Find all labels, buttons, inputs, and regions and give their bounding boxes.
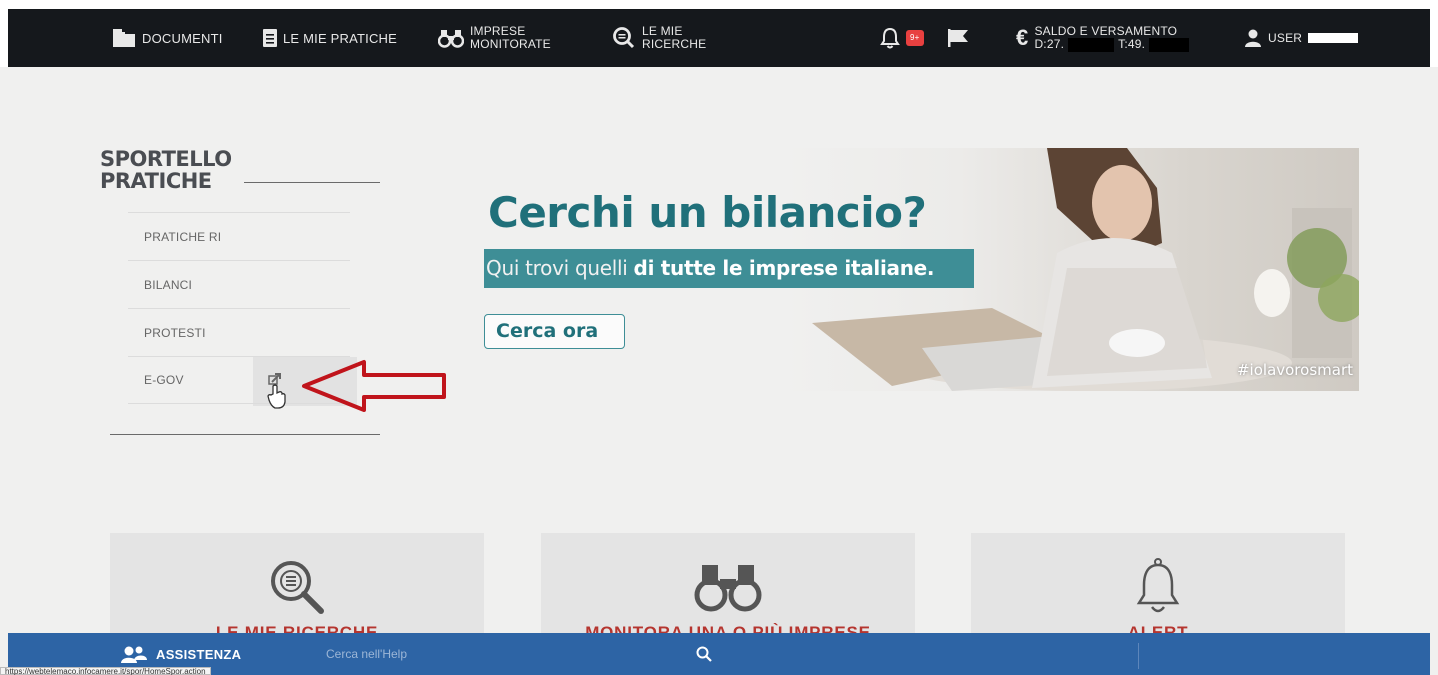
search-list-icon — [613, 27, 635, 49]
saldo-label: SALDO E VERSAMENTO — [1034, 23, 1178, 38]
nav-saldo[interactable]: € SALDO E VERSAMENTO D:27. T:49. — [1016, 9, 1190, 67]
top-bar: DOCUMENTI LE MIE PRATICHE IMPRESE MONITO… — [0, 0, 1438, 67]
redaction-box — [1149, 37, 1190, 52]
saldo-values: D:27. T:49. — [1034, 37, 1190, 52]
saldo-d: D:27. — [1034, 37, 1065, 51]
sidebar-item-protesti[interactable]: PROTESTI — [128, 308, 350, 356]
user-name-redacted — [1308, 33, 1359, 43]
banner-hashtag: #iolavorosmart — [1236, 361, 1353, 379]
nav-documenti[interactable]: DOCUMENTI — [112, 9, 223, 67]
binoculars-icon — [438, 30, 464, 48]
sidebar-item-label: E-GOV — [144, 373, 184, 387]
banner-title: Cerchi un bilancio? — [488, 188, 927, 237]
divider — [244, 182, 380, 183]
card-alert[interactable]: ALERT — [971, 533, 1345, 643]
nav-ricerche-label: LE MIE RICERCHE — [642, 25, 706, 51]
cerca-ora-button[interactable]: Cerca ora — [484, 314, 625, 349]
user-menu[interactable]: USER — [1244, 9, 1359, 67]
document-icon — [263, 29, 277, 47]
banner-subtitle-bold: di tutte le imprese italiane. — [633, 256, 935, 280]
nav-ricerche[interactable]: LE MIE RICERCHE — [612, 9, 706, 67]
card-le-mie-ricerche[interactable]: LE MIE RICERCHE — [110, 533, 484, 643]
sidebar-item-label: PROTESTI — [144, 325, 206, 340]
notifications-badge: 9+ — [906, 30, 924, 46]
search-list-icon — [271, 561, 324, 614]
nav-documenti-label: DOCUMENTI — [142, 30, 223, 46]
nav-pratiche-label: LE MIE PRATICHE — [283, 30, 398, 46]
banner-subtitle-plain: Qui trovi quelli — [486, 256, 634, 280]
top-nav: DOCUMENTI LE MIE PRATICHE IMPRESE MONITO… — [8, 9, 1430, 67]
status-url: https://webtelemaco.infocamere.it/spor/H… — [0, 667, 211, 675]
divider — [110, 434, 380, 435]
sidebar-item-label: PRATICHE RI — [144, 229, 222, 244]
assistenza-label: ASSISTENZA — [156, 646, 242, 662]
nav-imprese-line2: MONITORATE — [470, 37, 551, 51]
assistenza-button[interactable]: ASSISTENZA — [120, 645, 241, 663]
nav-ricerche-line2: RICERCHE — [642, 37, 707, 51]
sidebar-title-line1: SPORTELLO — [100, 147, 232, 171]
help-search-input[interactable]: Cerca nell'Help — [326, 647, 407, 661]
nav-imprese-label: IMPRESE MONITORATE — [470, 25, 551, 51]
bell-icon — [1136, 558, 1180, 613]
euro-icon: € — [1016, 25, 1029, 50]
saldo-t: T:49. — [1118, 37, 1146, 51]
card-monitora-imprese[interactable]: MONITORA UNA O PIÙ IMPRESE — [541, 533, 915, 643]
support-icon — [121, 646, 147, 663]
sidebar-item-label: BILANCI — [144, 277, 193, 292]
bell-icon — [880, 27, 900, 49]
help-bar: ASSISTENZA Cerca nell'Help — [8, 633, 1430, 675]
flag-icon — [948, 29, 968, 47]
search-icon[interactable] — [696, 646, 712, 662]
redaction-box — [1068, 37, 1115, 52]
binoculars-icon — [694, 565, 762, 612]
sidebar-title: SPORTELLO PRATICHE — [100, 148, 232, 192]
user-icon — [1245, 29, 1261, 47]
annotation-arrow — [302, 360, 446, 412]
external-link-icon[interactable] — [266, 372, 290, 412]
user-label: USER — [1268, 31, 1303, 45]
sidebar-item-pratiche-ri[interactable]: PRATICHE RI — [128, 212, 350, 260]
flag-button[interactable] — [948, 9, 970, 67]
sidebar-item-bilanci[interactable]: BILANCI — [128, 260, 350, 308]
banner-subtitle: Qui trovi quelli di tutte le imprese ita… — [484, 249, 974, 288]
nav-pratiche[interactable]: LE MIE PRATICHE — [263, 9, 397, 67]
promo-banner[interactable]: Cerchi un bilancio? Qui trovi quelli di … — [472, 148, 1359, 391]
saldo-info: SALDO E VERSAMENTO D:27. T:49. — [1034, 23, 1190, 52]
nav-imprese-monitorate[interactable]: IMPRESE MONITORATE — [438, 9, 551, 67]
folder-icon — [113, 29, 135, 47]
notifications[interactable]: 9+ — [880, 9, 924, 67]
sidebar-title-line2: PRATICHE — [100, 169, 212, 193]
divider — [1138, 643, 1139, 669]
